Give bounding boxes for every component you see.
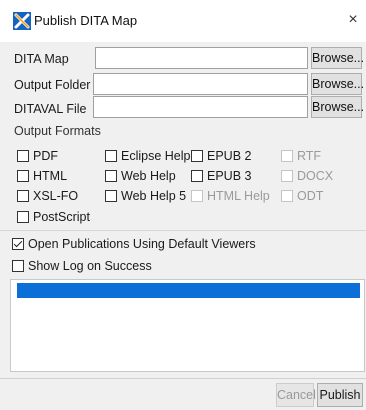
divider xyxy=(0,230,366,231)
output-formats-label: Output Formats xyxy=(14,124,101,138)
checkbox-box[interactable] xyxy=(191,170,203,182)
checkbox-box xyxy=(281,190,293,202)
checkbox-box[interactable] xyxy=(105,150,117,162)
checkbox-box[interactable] xyxy=(17,190,29,202)
checkbox-box[interactable] xyxy=(17,211,29,223)
format-odt-checkbox: ODT xyxy=(281,189,323,203)
format-html-help-checkbox: HTML Help xyxy=(191,189,270,203)
checkbox-box[interactable] xyxy=(17,170,29,182)
close-icon[interactable]: × xyxy=(344,10,362,30)
checkbox-box xyxy=(281,150,293,162)
format-eclipse-help-checkbox[interactable]: Eclipse Help xyxy=(105,149,190,163)
publish-dialog: Publish DITA Map × DITA Map Browse... Ou… xyxy=(0,0,366,410)
format-pdf-checkbox[interactable]: PDF xyxy=(17,149,58,163)
format-web-help-5-checkbox[interactable]: Web Help 5 xyxy=(105,189,186,203)
ditaval-file-browse-button[interactable]: Browse... xyxy=(311,96,364,118)
checkbox-box[interactable] xyxy=(105,170,117,182)
checkbox-box[interactable] xyxy=(105,190,117,202)
progress-bar xyxy=(17,283,360,298)
output-folder-input[interactable] xyxy=(93,73,308,95)
output-folder-browse-button[interactable]: Browse... xyxy=(311,73,364,95)
format-epub3-checkbox[interactable]: EPUB 3 xyxy=(191,169,251,183)
open-publications-checkbox[interactable]: Open Publications Using Default Viewers xyxy=(12,237,256,251)
title-bar: Publish DITA Map × xyxy=(0,0,366,42)
window-title: Publish DITA Map xyxy=(34,13,138,28)
ditaval-file-label: DITAVAL File xyxy=(14,102,87,116)
format-rtf-checkbox: RTF xyxy=(281,149,321,163)
oxygen-x-icon xyxy=(13,12,31,30)
dita-map-browse-button[interactable]: Browse... xyxy=(311,47,364,69)
format-docx-checkbox: DOCX xyxy=(281,169,333,183)
cancel-button[interactable]: Cancel xyxy=(276,383,316,407)
format-postscript-checkbox[interactable]: PostScript xyxy=(17,210,90,224)
publish-button[interactable]: Publish xyxy=(317,383,363,407)
dita-map-label: DITA Map xyxy=(14,52,69,66)
show-log-checkbox[interactable]: Show Log on Success xyxy=(12,259,152,273)
dita-map-input[interactable] xyxy=(95,47,308,69)
format-epub2-checkbox[interactable]: EPUB 2 xyxy=(191,149,251,163)
checkbox-box xyxy=(281,170,293,182)
checkbox-box[interactable] xyxy=(12,260,24,272)
format-web-help-checkbox[interactable]: Web Help xyxy=(105,169,176,183)
checkmark-icon[interactable] xyxy=(12,238,24,250)
checkbox-box xyxy=(191,190,203,202)
checkbox-box[interactable] xyxy=(191,150,203,162)
output-folder-label: Output Folder xyxy=(14,78,91,92)
format-html-checkbox[interactable]: HTML xyxy=(17,169,67,183)
ditaval-file-input[interactable] xyxy=(93,96,308,118)
checkbox-box[interactable] xyxy=(17,150,29,162)
format-xsl-fo-checkbox[interactable]: XSL-FO xyxy=(17,189,78,203)
log-panel xyxy=(10,279,365,372)
